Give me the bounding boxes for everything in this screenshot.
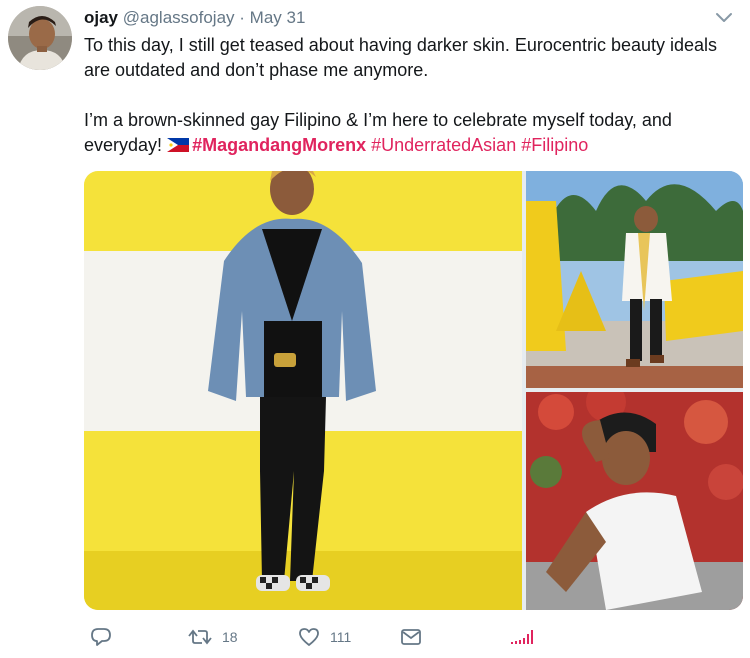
- photo-2[interactable]: [526, 171, 743, 388]
- message-button[interactable]: [400, 624, 422, 650]
- retweet-button[interactable]: 18: [188, 624, 238, 650]
- reply-button[interactable]: [90, 624, 112, 650]
- hashtag-filipino[interactable]: #Filipino: [521, 135, 588, 155]
- media-grid: [84, 171, 743, 610]
- philippines-flag-icon: [167, 134, 190, 152]
- retweet-icon: [188, 628, 212, 646]
- reply-icon: [90, 627, 112, 647]
- tweet-paragraph-1: To this day, I still get teased about ha…: [84, 35, 718, 80]
- like-button[interactable]: 111: [298, 624, 351, 650]
- header-separator: ·: [239, 8, 245, 27]
- tweet-date[interactable]: May 31: [250, 8, 306, 27]
- analytics-icon: [510, 629, 534, 645]
- tweet-text: To this day, I still get teased about ha…: [84, 33, 734, 158]
- retweet-count: 18: [222, 629, 238, 645]
- tweet-actions: 18 111: [84, 624, 734, 650]
- envelope-icon: [400, 628, 422, 646]
- photo-3[interactable]: [526, 392, 743, 610]
- author-handle[interactable]: @aglassofojay: [123, 8, 235, 27]
- photo-1[interactable]: [84, 171, 522, 610]
- tweet-header: ojay @aglassofojay · May 31: [84, 8, 305, 28]
- author-avatar[interactable]: [8, 6, 72, 70]
- author-name[interactable]: ojay: [84, 8, 118, 27]
- like-count: 111: [330, 629, 352, 645]
- hashtag-underratedasian[interactable]: #UnderratedAsian: [371, 135, 516, 155]
- chevron-down-icon[interactable]: [714, 10, 734, 26]
- analytics-button[interactable]: [510, 624, 534, 650]
- tweet-paragraph-2: I’m a brown-skinned gay Filipino & I’m h…: [84, 108, 734, 158]
- hashtag-magandangmorenx[interactable]: #MagandangMorenx: [192, 135, 366, 155]
- heart-icon: [298, 627, 320, 647]
